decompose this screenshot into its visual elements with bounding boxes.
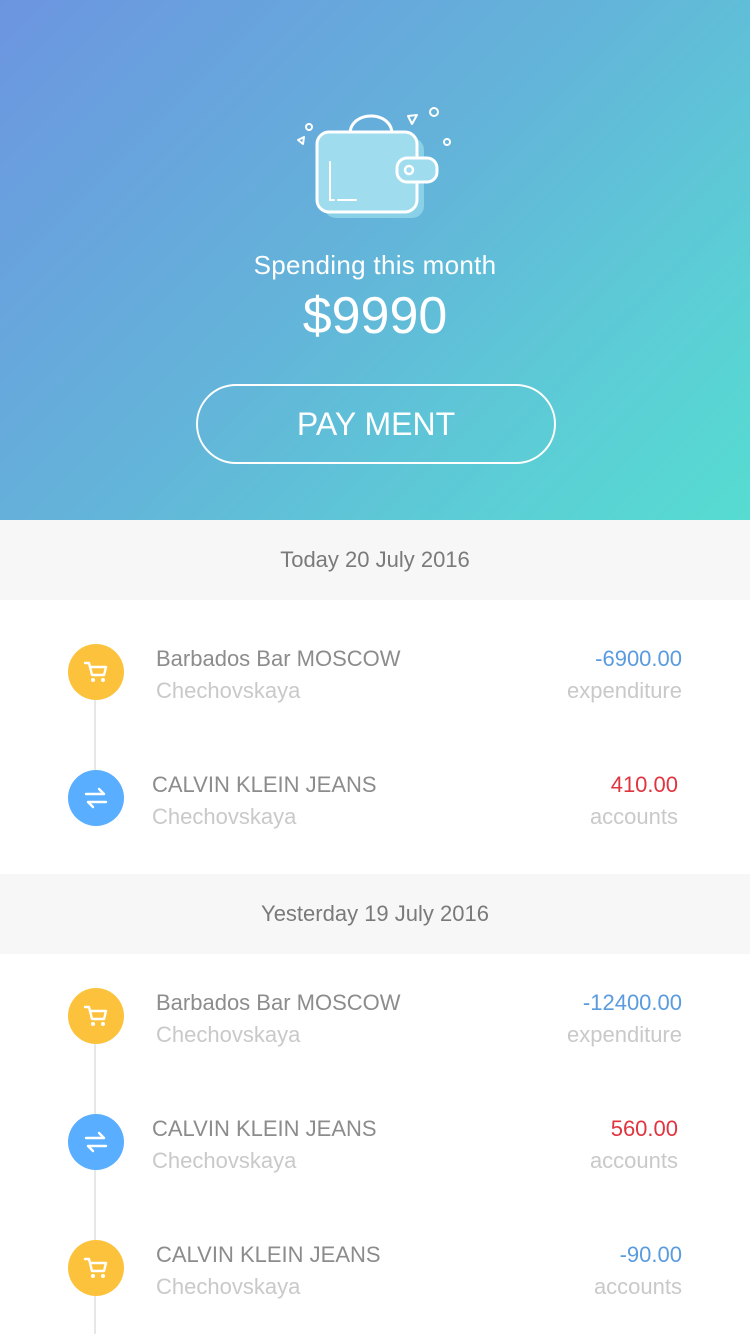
transaction-type: expenditure xyxy=(567,678,682,703)
transaction-type: accounts xyxy=(589,1148,678,1173)
cart-icon xyxy=(68,988,124,1044)
transaction-location: Chechovskaya xyxy=(156,1022,301,1047)
spending-header: Spending this month $9990 PAY MENT xyxy=(0,0,750,520)
transaction-name: CALVIN KLEIN JEANS xyxy=(156,1242,381,1267)
transaction-location: Chechovskaya xyxy=(152,1148,297,1173)
transaction-type: accounts xyxy=(593,1274,682,1299)
transaction-amount: -6900.00 xyxy=(595,646,682,671)
transaction-amount: 560.00 xyxy=(610,1116,678,1141)
transaction-name: Barbados Bar MOSCOW xyxy=(156,990,401,1015)
transaction-amount: 410.00 xyxy=(610,772,678,797)
transaction-amount: -12400.00 xyxy=(582,990,682,1015)
spending-label: Spending this month xyxy=(253,250,497,280)
transaction-name: CALVIN KLEIN JEANS xyxy=(152,772,377,797)
cart-icon xyxy=(68,644,124,700)
transfer-icon xyxy=(68,1114,124,1170)
transaction-location: Chechovskaya xyxy=(156,1274,301,1299)
cart-icon xyxy=(68,1240,124,1296)
date-header: Today 20 July 2016 xyxy=(0,520,750,600)
transaction-location: Chechovskaya xyxy=(156,678,301,703)
transaction-type: accounts xyxy=(589,804,678,829)
wallet-icon xyxy=(297,107,451,218)
transaction-name: CALVIN KLEIN JEANS xyxy=(152,1116,377,1141)
payment-button[interactable]: PAY MENT xyxy=(196,384,556,464)
transaction-location: Chechovskaya xyxy=(152,804,297,829)
date-header: Yesterday 19 July 2016 xyxy=(0,874,750,954)
transaction-amount: -90.00 xyxy=(619,1242,682,1267)
transaction-type: expenditure xyxy=(567,1022,682,1047)
spending-amount: $9990 xyxy=(302,287,448,345)
transaction-name: Barbados Bar MOSCOW xyxy=(156,646,401,671)
transfer-icon xyxy=(68,770,124,826)
